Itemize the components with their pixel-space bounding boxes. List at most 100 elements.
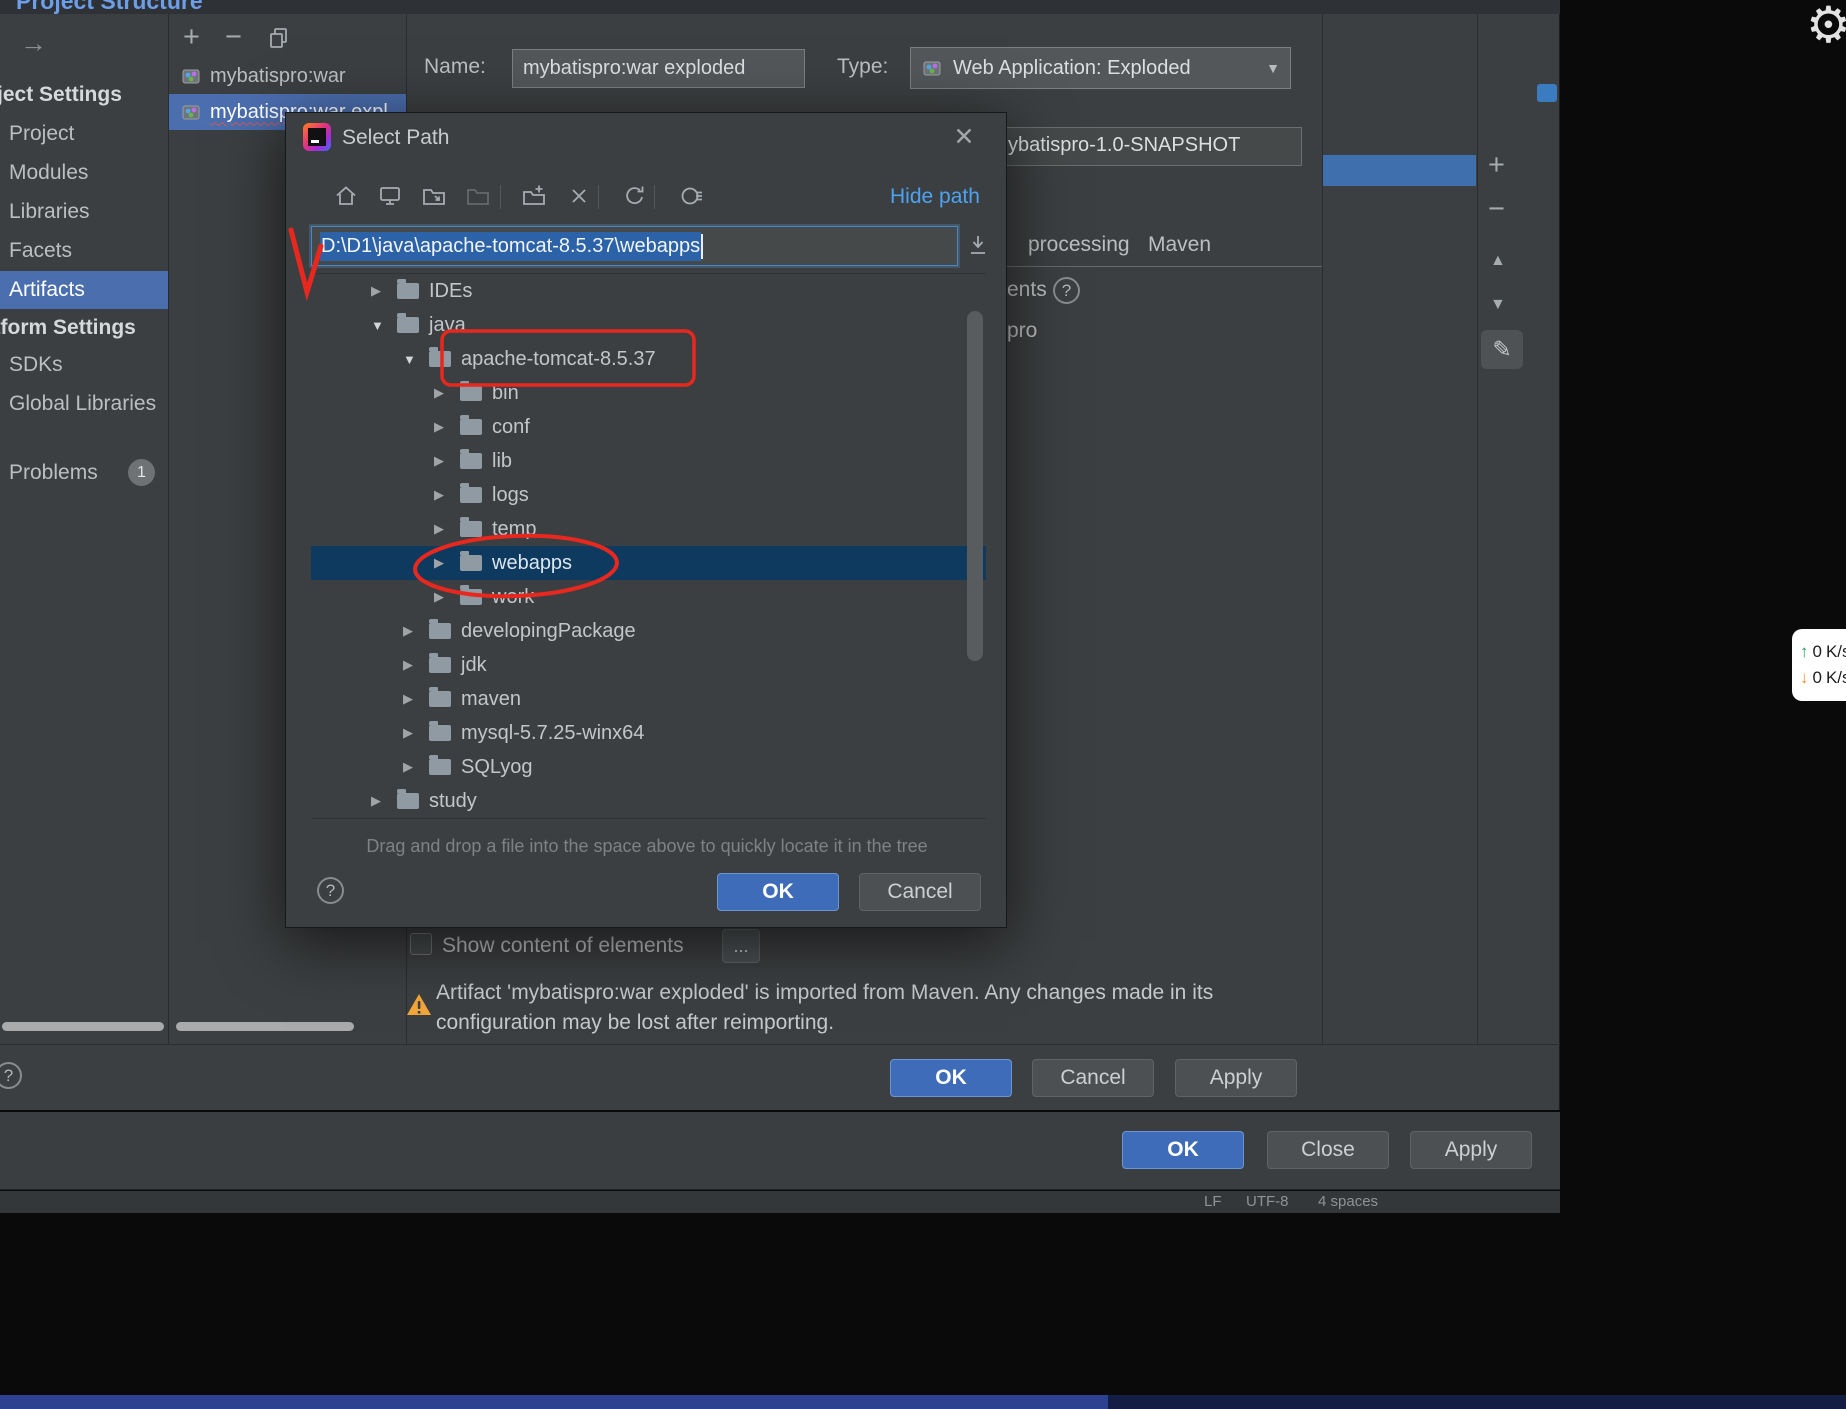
tree-item-webapps[interactable]: ▶ webapps <box>311 546 986 580</box>
chevron-right-icon[interactable]: ▶ <box>371 283 397 299</box>
show-content-checkbox[interactable] <box>410 933 432 955</box>
chevron-right-icon[interactable]: ▶ <box>434 487 460 503</box>
elements-selected-row[interactable] <box>1323 155 1476 186</box>
tab-maven[interactable]: Maven <box>1148 233 1211 257</box>
help-button[interactable]: ? <box>317 877 344 904</box>
sidebar-item-project[interactable]: Project <box>9 115 74 153</box>
artifact-icon <box>182 105 200 120</box>
copy-artifact-icon[interactable] <box>267 26 291 50</box>
chevron-right-icon[interactable]: ▶ <box>403 623 429 639</box>
chevron-right-icon[interactable]: ▶ <box>403 691 429 707</box>
tree-item-label: temp <box>492 517 537 540</box>
chevron-right-icon[interactable]: ▶ <box>434 453 460 469</box>
tree-item-temp[interactable]: ▶ temp <box>311 512 986 546</box>
dialog-title: Select Path <box>342 126 450 149</box>
more-options-button[interactable]: ... <box>722 929 760 963</box>
tree-item-ides[interactable]: ▶ IDEs <box>311 274 986 308</box>
close-icon[interactable]: ✕ <box>948 121 980 153</box>
chevron-right-icon[interactable]: ▶ <box>403 759 429 775</box>
delete-icon[interactable] <box>566 183 592 209</box>
scroll-badge-icon <box>1537 84 1557 102</box>
settings-gear-icon[interactable]: ⚙ <box>1806 0 1846 54</box>
chevron-right-icon[interactable]: ▶ <box>434 555 460 571</box>
desktop-icon[interactable] <box>377 183 403 209</box>
type-dropdown[interactable]: Web Application: Exploded ▼ <box>910 47 1291 89</box>
dialog-ok-button[interactable]: OK <box>717 873 839 911</box>
tree-item-logs[interactable]: ▶ logs <box>311 478 986 512</box>
chevron-down-icon[interactable]: ▼ <box>403 352 429 367</box>
sidebar-item-artifacts[interactable]: Artifacts <box>0 271 168 309</box>
download-path-icon[interactable] <box>965 232 991 258</box>
tree-item-study[interactable]: ▶ study <box>311 784 986 818</box>
show-hidden-icon[interactable] <box>679 183 705 209</box>
chevron-right-icon[interactable]: ▶ <box>371 793 397 809</box>
tree-item-jdk[interactable]: ▶ jdk <box>311 648 986 682</box>
sidebar-item-problems[interactable]: Problems <box>9 454 98 492</box>
move-up-button[interactable]: ▲ <box>1490 246 1506 276</box>
sidebar-item-global-libraries[interactable]: Global Libraries <box>9 385 156 423</box>
tree-item-work[interactable]: ▶ work <box>311 580 986 614</box>
tree-item-java[interactable]: ▼ java <box>311 308 986 342</box>
scrollbar-thumb[interactable] <box>967 311 983 661</box>
folder-icon <box>460 449 482 469</box>
cancel-button[interactable]: Cancel <box>1032 1059 1154 1097</box>
sidebar-item-facets[interactable]: Facets <box>9 232 72 270</box>
apply-button[interactable]: Apply <box>1175 1059 1297 1097</box>
folder-icon <box>429 755 451 775</box>
tree-item-label: webapps <box>492 551 573 574</box>
tree-item-maven[interactable]: ▶ maven <box>311 682 986 716</box>
move-down-button[interactable]: ▼ <box>1490 290 1506 320</box>
tree-item-developingpackage[interactable]: ▶ developingPackage <box>311 614 986 648</box>
background-ok-button[interactable]: OK <box>1122 1131 1244 1169</box>
name-input[interactable]: mybatispro:war exploded <box>512 49 805 88</box>
folder-icon <box>397 279 419 299</box>
chevron-down-icon[interactable]: ▼ <box>371 318 397 333</box>
warning-icon <box>407 994 431 1015</box>
sidebar-item-libraries[interactable]: Libraries <box>9 193 90 231</box>
show-content-label: Show content of elements <box>442 934 684 957</box>
home-icon[interactable] <box>333 183 359 209</box>
edit-pencil-button[interactable]: ✎ <box>1481 330 1523 369</box>
chevron-right-icon[interactable]: ▶ <box>434 385 460 401</box>
dialog-cancel-button[interactable]: Cancel <box>859 873 981 911</box>
chevron-right-icon[interactable]: ▶ <box>403 657 429 673</box>
help-icon[interactable]: ? <box>1053 277 1080 304</box>
tab-processing[interactable]: processing <box>1028 233 1130 257</box>
tree-item-label: IDEs <box>429 279 473 302</box>
download-unit: K/s <box>1825 668 1846 687</box>
upload-value: 0 <box>1812 642 1822 661</box>
background-apply-button[interactable]: Apply <box>1410 1131 1532 1169</box>
sidebar-item-modules[interactable]: Modules <box>9 154 88 192</box>
folder-icon <box>429 653 451 673</box>
download-value: 0 <box>1812 668 1822 687</box>
artifact-row[interactable]: mybatispro:war <box>169 58 406 94</box>
remove-element-button[interactable]: − <box>1488 194 1505 224</box>
remove-artifact-button[interactable]: − <box>225 22 242 52</box>
drag-drop-hint: Drag and drop a file into the space abov… <box>366 836 928 856</box>
help-button[interactable]: ? <box>0 1062 22 1089</box>
tree-item-apache-tomcat[interactable]: ▼ apache-tomcat-8.5.37 <box>311 342 986 376</box>
scrollbar-thumb[interactable] <box>2 1022 164 1031</box>
path-input[interactable]: D:\D1\java\apache-tomcat-8.5.37\webapps <box>311 226 958 266</box>
background-close-button[interactable]: Close <box>1267 1131 1389 1169</box>
hide-path-link[interactable]: Hide path <box>890 185 980 209</box>
scrollbar-thumb[interactable] <box>176 1022 354 1031</box>
folder-module-icon[interactable] <box>421 183 447 209</box>
add-artifact-button[interactable]: + <box>183 22 200 52</box>
tree-item-mysql[interactable]: ▶ mysql-5.7.25-winx64 <box>311 716 986 750</box>
tree-item-sqlyog[interactable]: ▶ SQLyog <box>311 750 986 784</box>
add-element-button[interactable]: + <box>1488 150 1505 180</box>
tree-item-lib[interactable]: ▶ lib <box>311 444 986 478</box>
new-folder-icon[interactable] <box>521 183 547 209</box>
tree-item-bin[interactable]: ▶ bin <box>311 376 986 410</box>
chevron-right-icon[interactable]: ▶ <box>434 419 460 435</box>
chevron-right-icon[interactable]: ▶ <box>434 521 460 537</box>
back-arrow-icon[interactable]: → <box>20 28 47 59</box>
chevron-right-icon[interactable]: ▶ <box>403 725 429 741</box>
chevron-right-icon[interactable]: ▶ <box>434 589 460 605</box>
ok-button[interactable]: OK <box>890 1059 1012 1097</box>
tree-item-conf[interactable]: ▶ conf <box>311 410 986 444</box>
refresh-icon[interactable] <box>622 183 648 209</box>
sidebar-item-sdks[interactable]: SDKs <box>9 346 63 384</box>
toolbar-separator <box>500 185 501 209</box>
